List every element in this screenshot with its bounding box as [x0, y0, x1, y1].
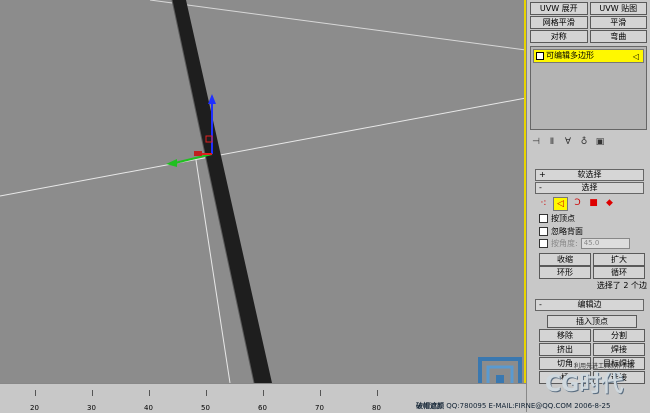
ignore-backface-label: 忽略背面 [551, 227, 583, 236]
stack-toolbar: ⊣ Ⅱ ∀ ♁ ▣ [530, 134, 647, 150]
ring-button[interactable]: 环形 [539, 266, 591, 279]
contact-info: QQ:780095 E-MAIL:FIRNE@QQ.COM [446, 402, 572, 410]
ruler-tick [35, 390, 36, 396]
footer-credits: 破帽遮颜 QQ:780095 E-MAIL:FIRNE@QQ.COM 2006-… [416, 401, 610, 412]
strip-edge [171, 0, 255, 383]
ruler-tick [377, 390, 378, 396]
collapse-minus-icon: - [539, 300, 542, 309]
checkbox-box[interactable] [539, 239, 548, 248]
ruler-label: 80 [372, 404, 381, 412]
ruler-tick [206, 390, 207, 396]
rollout-soft-select[interactable]: + 软选择 [535, 169, 644, 181]
show-end-result-icon[interactable]: Ⅱ [546, 136, 558, 148]
subobject-selector: ·: ◁ Ɔ ■ ◆ [537, 197, 616, 211]
ruler-label: 30 [87, 404, 96, 412]
checkbox-box[interactable] [539, 227, 548, 236]
angle-spinner[interactable]: 45.0 [580, 238, 630, 249]
uvw-unwrap-button[interactable]: UVW 展开 [530, 2, 588, 15]
ruler-tick [149, 390, 150, 396]
modifier-row-3: 对称 弯曲 [530, 30, 647, 43]
symmetry-button[interactable]: 对称 [530, 30, 588, 43]
loop-button[interactable]: 循环 [593, 266, 645, 279]
credit-date: 2006-8-25 [574, 402, 611, 410]
uvw-map-button[interactable]: UVW 贴图 [589, 2, 647, 15]
by-angle-label: 按角度: [551, 239, 578, 248]
modifier-row-1: UVW 展开 UVW 贴图 [530, 2, 647, 15]
bend-button[interactable]: 弯曲 [589, 30, 647, 43]
stack-item-editable-poly[interactable]: 可编辑多边形 ◁ [533, 49, 644, 63]
insert-vertex-button[interactable]: 插入顶点 [547, 315, 637, 328]
rollout-edit-edges-label: 编辑边 [577, 300, 602, 309]
by-vertex-label: 按顶点 [551, 214, 575, 223]
shrink-button[interactable]: 收缩 [539, 253, 591, 266]
grid-line-horizon [0, 97, 524, 197]
ruler-tick [320, 390, 321, 396]
collapse-minus-icon: - [539, 183, 542, 192]
stack-item-label: 可编辑多边形 [546, 51, 594, 60]
ruler-label: 40 [144, 404, 153, 412]
ruler-label: 60 [258, 404, 267, 412]
ignore-backface-checkbox[interactable]: 忽略背面 [539, 226, 583, 237]
rollout-select-label: 选择 [581, 183, 598, 192]
border-mode-icon[interactable]: Ɔ [571, 197, 584, 209]
gizmo-center [194, 151, 202, 156]
modifier-row-2: 网格平滑 平滑 [530, 16, 647, 29]
perspective-viewport[interactable] [0, 0, 526, 383]
ruler-label: 20 [30, 404, 39, 412]
smooth-button[interactable]: 平滑 [589, 16, 647, 29]
ruler-tick [263, 390, 264, 396]
logo-text: CG时代 [545, 372, 624, 397]
dark-strip-object [172, 0, 272, 383]
logo-subtitle: 利用先进工具制作作品 [574, 363, 635, 370]
selection-status: 选择了 2 个边 [596, 281, 647, 290]
grow-button[interactable]: 扩大 [593, 253, 645, 266]
meshsmooth-button[interactable]: 网格平滑 [530, 16, 588, 29]
by-angle-checkbox[interactable]: 按角度: 45.0 [539, 238, 630, 249]
pin-stack-icon[interactable]: ⊣ [530, 136, 542, 148]
z-axis-arrow [208, 94, 216, 104]
edge-mode-icon[interactable]: ◁ [553, 197, 568, 211]
make-unique-icon[interactable]: ∀ [562, 136, 574, 148]
remove-modifier-icon[interactable]: ♁ [578, 136, 590, 148]
element-mode-icon[interactable]: ◆ [603, 197, 616, 209]
grid-line-top [149, 0, 524, 51]
modifier-stack: 可编辑多边形 ◁ [530, 46, 647, 130]
expand-plus-icon: + [539, 170, 546, 179]
rollout-select[interactable]: - 选择 [535, 182, 644, 194]
edge-subobject-icon: ◁ [632, 52, 639, 61]
checkbox-box[interactable] [539, 214, 548, 223]
remove-button[interactable]: 移除 [539, 329, 591, 342]
configure-sets-icon[interactable]: ▣ [594, 136, 606, 148]
x-axis-arrow [166, 159, 177, 167]
ruler-label: 70 [315, 404, 324, 412]
vertex-mode-icon[interactable]: ·: [537, 197, 550, 209]
stack-expand-icon[interactable] [536, 52, 544, 60]
command-panel: UVW 展开 UVW 贴图 网格平滑 平滑 对称 弯曲 可编辑多边形 ◁ ⊣ Ⅱ… [526, 0, 650, 412]
by-vertex-checkbox[interactable]: 按顶点 [539, 213, 575, 224]
ruler-label: 50 [201, 404, 210, 412]
polygon-mode-icon[interactable]: ■ [587, 197, 600, 209]
split-button[interactable]: 分割 [593, 329, 645, 342]
rollout-soft-select-label: 软选择 [577, 170, 602, 179]
rollout-edit-edges[interactable]: - 编辑边 [535, 299, 644, 311]
ruler-tick [92, 390, 93, 396]
viewport-scene [0, 0, 524, 383]
author-name: 破帽遮颜 [416, 402, 444, 410]
